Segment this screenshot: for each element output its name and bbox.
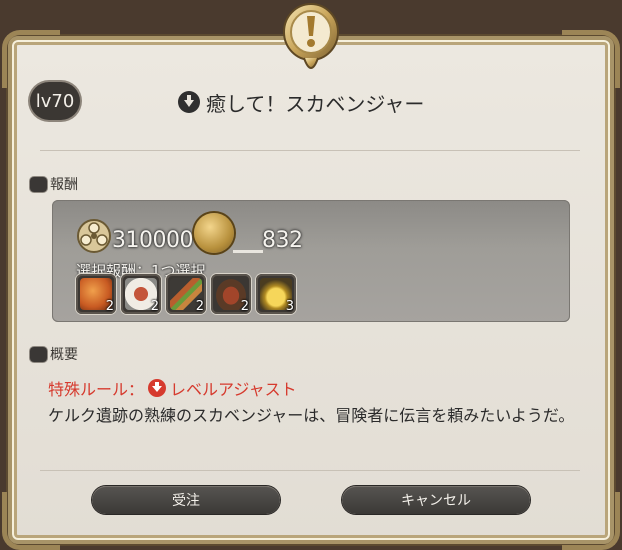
frame-corner-bottom-left <box>2 492 60 550</box>
rewards-section-icon <box>30 176 47 192</box>
frame-corner-top-right <box>562 30 620 88</box>
reward-item-plated-meal[interactable]: 2 <box>121 274 161 314</box>
item-quantity: 2 <box>195 299 204 314</box>
reward-item-sausage[interactable]: 2 <box>76 274 116 314</box>
level-adjust-icon <box>148 379 167 397</box>
gil-amount: 310000 <box>112 228 193 253</box>
special-rule-line: 特殊ルール： レベルアジャスト <box>48 376 297 400</box>
item-quantity: 2 <box>240 299 249 314</box>
cancel-button[interactable]: キャンセル <box>342 486 530 514</box>
item-quantity: 2 <box>105 299 114 314</box>
quest-description: ケルク遺跡の熟練のスカベンジャーは、冒険者に伝言を頼みたいようだ。 <box>48 406 575 425</box>
rewards-heading-label: 報酬 <box>50 177 78 193</box>
quest-title: 癒して！スカベンジャー <box>206 91 425 116</box>
item-quantity: 3 <box>285 299 294 314</box>
gil-icon <box>77 219 111 253</box>
bottom-divider <box>40 470 580 471</box>
quest-title-row: 癒して！スカベンジャー <box>178 88 424 116</box>
reward-item-skewer[interactable]: 2 <box>166 274 206 314</box>
level-adjust-label: レベルアジャスト <box>170 380 297 399</box>
reward-items: 2 2 2 2 3 <box>76 274 296 314</box>
summary-heading: 概要 <box>30 344 78 364</box>
frame-corner-top-left <box>2 30 60 88</box>
summary-section-icon <box>30 346 47 362</box>
reward-item-stew-pot[interactable]: 2 <box>211 274 251 314</box>
special-rule-label: 特殊ルール： <box>48 380 145 399</box>
summary-heading-label: 概要 <box>50 347 78 363</box>
title-divider <box>40 150 580 151</box>
level-sync-icon <box>178 91 200 113</box>
quest-exclamation-icon <box>283 3 339 69</box>
seal-currency-icon <box>194 213 234 253</box>
reward-item-gold-pouch[interactable]: 3 <box>256 274 296 314</box>
item-quantity: 2 <box>150 299 159 314</box>
frame-corner-bottom-right <box>562 492 620 550</box>
rewards-heading: 報酬 <box>30 174 78 194</box>
accept-button[interactable]: 受注 <box>92 486 280 514</box>
level-badge: lv70 <box>30 82 80 120</box>
seal-amount: 832 <box>262 228 303 253</box>
seal-bar <box>233 250 263 253</box>
